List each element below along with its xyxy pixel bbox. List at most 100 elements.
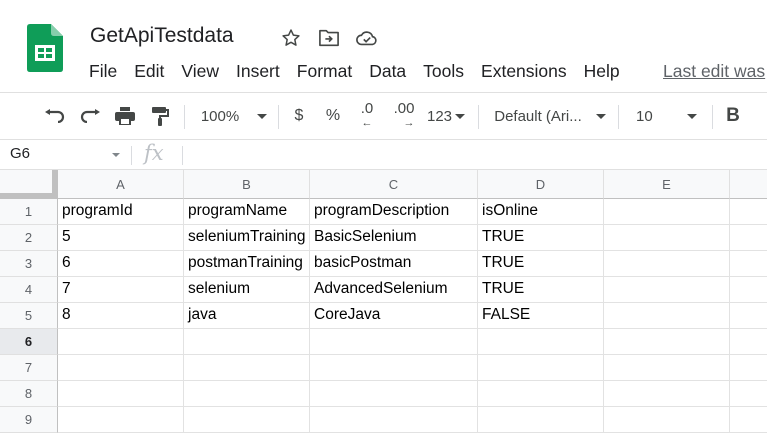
cell[interactable] (604, 329, 730, 355)
cell[interactable]: java (184, 303, 310, 329)
cell[interactable]: postmanTraining (184, 251, 310, 277)
menu-format[interactable]: Format (288, 60, 360, 82)
cell[interactable]: seleniumTraining (184, 225, 310, 251)
cell[interactable]: isOnline (478, 199, 604, 225)
cell[interactable] (310, 407, 478, 433)
cell[interactable] (310, 381, 478, 407)
menu-data[interactable]: Data (360, 60, 414, 82)
cell[interactable]: programName (184, 199, 310, 225)
cell[interactable]: 8 (58, 303, 184, 329)
cell[interactable]: 7 (58, 277, 184, 303)
cell[interactable] (184, 407, 310, 433)
currency-format-button[interactable]: $ (288, 93, 310, 139)
cell[interactable] (58, 381, 184, 407)
menu-tools[interactable]: Tools (414, 60, 472, 82)
font-family-select[interactable]: Default (Ari... (490, 93, 610, 139)
cell[interactable] (58, 329, 184, 355)
menu-view[interactable]: View (172, 60, 227, 82)
zoom-select[interactable]: 100% (195, 93, 273, 139)
redo-icon[interactable] (75, 93, 105, 139)
cell[interactable] (58, 407, 184, 433)
increase-decimal-button[interactable]: .00 → (388, 93, 420, 139)
row-header-6[interactable]: 6 (0, 329, 58, 355)
cell[interactable]: basicPostman (310, 251, 478, 277)
cell[interactable] (184, 381, 310, 407)
menu-file[interactable]: File (80, 60, 125, 82)
row-header-5[interactable]: 5 (0, 303, 58, 329)
cell[interactable]: TRUE (478, 251, 604, 277)
row-header-8[interactable]: 8 (0, 381, 58, 407)
cell[interactable] (604, 277, 730, 303)
paint-format-icon[interactable] (145, 93, 175, 139)
cell[interactable]: TRUE (478, 225, 604, 251)
cell[interactable]: programDescription (310, 199, 478, 225)
move-to-folder-icon[interactable] (318, 27, 340, 49)
cell[interactable] (604, 355, 730, 381)
cell[interactable] (478, 355, 604, 381)
percent-format-button[interactable]: % (322, 93, 344, 139)
cell[interactable] (310, 329, 478, 355)
star-icon[interactable] (280, 27, 302, 49)
menu-help[interactable]: Help (575, 60, 628, 82)
column-header-d[interactable]: D (478, 170, 604, 199)
cell[interactable]: FALSE (478, 303, 604, 329)
cell[interactable] (730, 251, 767, 277)
name-box[interactable]: G6 (10, 145, 30, 162)
cell[interactable] (730, 225, 767, 251)
print-icon[interactable] (110, 93, 140, 139)
cell[interactable] (604, 199, 730, 225)
cell[interactable] (730, 329, 767, 355)
document-title[interactable]: GetApiTestdata (90, 24, 234, 48)
column-header-next[interactable] (730, 170, 767, 199)
cell[interactable]: TRUE (478, 277, 604, 303)
sheets-logo-icon[interactable] (27, 24, 63, 72)
cell[interactable] (310, 355, 478, 381)
cell[interactable] (604, 251, 730, 277)
cell[interactable]: CoreJava (310, 303, 478, 329)
column-header-e[interactable]: E (604, 170, 730, 199)
cell[interactable] (604, 407, 730, 433)
cell[interactable]: programId (58, 199, 184, 225)
menu-insert[interactable]: Insert (227, 60, 288, 82)
cell[interactable]: 5 (58, 225, 184, 251)
cell[interactable] (730, 355, 767, 381)
menu-extensions[interactable]: Extensions (472, 60, 575, 82)
undo-icon[interactable] (40, 93, 70, 139)
menu-edit[interactable]: Edit (125, 60, 172, 82)
cell[interactable] (604, 225, 730, 251)
cell[interactable] (730, 303, 767, 329)
row-header-7[interactable]: 7 (0, 355, 58, 381)
font-size-select[interactable]: 10 (628, 93, 702, 139)
row-header-3[interactable]: 3 (0, 251, 58, 277)
column-header-a[interactable]: A (58, 170, 184, 199)
cell[interactable]: AdvancedSelenium (310, 277, 478, 303)
cell[interactable]: 6 (58, 251, 184, 277)
column-header-c[interactable]: C (310, 170, 478, 199)
decrease-decimal-button[interactable]: .0 ← (352, 93, 382, 139)
cell[interactable] (478, 329, 604, 355)
cell[interactable] (184, 355, 310, 381)
cell[interactable] (184, 329, 310, 355)
cell[interactable]: BasicSelenium (310, 225, 478, 251)
chevron-down-icon[interactable] (112, 153, 120, 157)
number-format-select[interactable]: 123 (423, 93, 469, 139)
cell[interactable] (58, 355, 184, 381)
row-header-9[interactable]: 9 (0, 407, 58, 433)
cell[interactable] (730, 407, 767, 433)
cell[interactable] (730, 277, 767, 303)
cell[interactable] (604, 303, 730, 329)
row-header-4[interactable]: 4 (0, 277, 58, 303)
column-header-b[interactable]: B (184, 170, 310, 199)
row-header-1[interactable]: 1 (0, 199, 58, 225)
cell[interactable] (730, 381, 767, 407)
cell[interactable] (478, 381, 604, 407)
cloud-saved-icon[interactable] (356, 27, 378, 49)
cell[interactable] (730, 199, 767, 225)
last-edit-link[interactable]: Last edit was (663, 60, 765, 82)
cell[interactable]: selenium (184, 277, 310, 303)
cell[interactable] (604, 381, 730, 407)
select-all-corner[interactable] (0, 170, 58, 199)
bold-button[interactable]: B (722, 93, 744, 139)
cell[interactable] (478, 407, 604, 433)
row-header-2[interactable]: 2 (0, 225, 58, 251)
